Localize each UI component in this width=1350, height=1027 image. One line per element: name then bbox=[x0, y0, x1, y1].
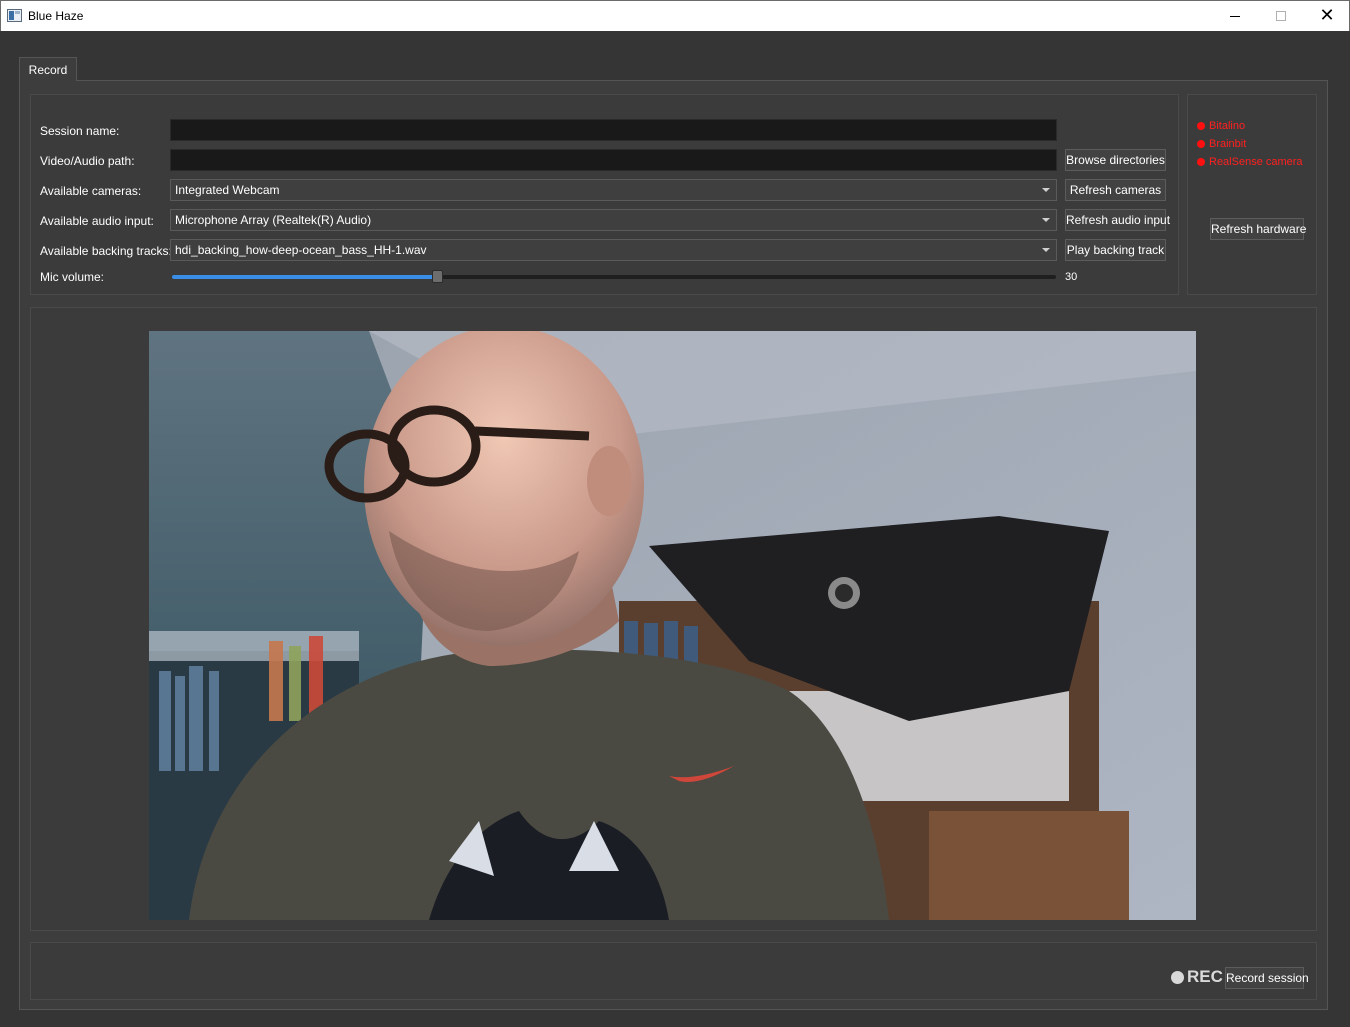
video-path-label: Video/Audio path: bbox=[40, 154, 135, 168]
window-title: Blue Haze bbox=[28, 9, 84, 23]
status-dot-icon bbox=[1197, 158, 1205, 166]
close-icon: ✕ bbox=[1319, 5, 1335, 26]
refresh-hardware-button[interactable]: Refresh hardware bbox=[1210, 218, 1306, 240]
hardware-label: Bitalino bbox=[1209, 120, 1246, 132]
maximize-icon bbox=[1276, 11, 1286, 21]
maximize-button[interactable] bbox=[1258, 1, 1304, 31]
play-backing-track-button[interactable]: Play backing track bbox=[1065, 239, 1166, 261]
session-name-label: Session name: bbox=[40, 124, 120, 138]
refresh-audio-input-button[interactable]: Refresh audio input bbox=[1065, 209, 1170, 231]
mic-volume-handle[interactable] bbox=[432, 270, 443, 283]
cameras-select-value: Integrated Webcam bbox=[175, 183, 280, 197]
mic-volume-slider[interactable] bbox=[172, 275, 1056, 279]
audio-input-select-value: Microphone Array (Realtek(R) Audio) bbox=[175, 213, 372, 227]
recording-dot-icon bbox=[1171, 971, 1184, 984]
backing-tracks-label: Available backing tracks: bbox=[40, 244, 172, 258]
title-bar: Blue Haze ✕ bbox=[0, 0, 1350, 31]
minimize-icon bbox=[1230, 15, 1240, 17]
video-path-input[interactable] bbox=[170, 149, 1057, 171]
status-dot-icon bbox=[1197, 122, 1205, 130]
chevron-down-icon bbox=[1042, 218, 1050, 222]
backing-tracks-select-value: hdi_backing_how-deep-ocean_bass_HH-1.wav bbox=[175, 243, 427, 257]
record-session-button[interactable]: Record session bbox=[1225, 967, 1309, 989]
refresh-cameras-button[interactable]: Refresh cameras bbox=[1065, 179, 1166, 201]
app-icon bbox=[7, 9, 22, 22]
status-dot-icon bbox=[1197, 140, 1205, 148]
mic-volume-value: 30 bbox=[1065, 271, 1078, 283]
browse-directories-button[interactable]: Browse directories bbox=[1065, 149, 1166, 171]
mic-volume-label: Mic volume: bbox=[40, 270, 105, 284]
record-controls-group bbox=[30, 942, 1317, 1000]
session-name-input[interactable] bbox=[170, 119, 1057, 141]
backing-tracks-select[interactable]: hdi_backing_how-deep-ocean_bass_HH-1.wav bbox=[170, 239, 1057, 261]
cameras-label: Available cameras: bbox=[40, 184, 142, 198]
audio-input-label: Available audio input: bbox=[40, 214, 154, 228]
cameras-select[interactable]: Integrated Webcam bbox=[170, 179, 1057, 201]
audio-input-select[interactable]: Microphone Array (Realtek(R) Audio) bbox=[170, 209, 1057, 231]
hardware-status-realsense: RealSense camera bbox=[1197, 156, 1303, 168]
camera-feed bbox=[149, 331, 1196, 920]
mic-volume-fill bbox=[172, 275, 437, 279]
hardware-label: RealSense camera bbox=[1209, 156, 1303, 168]
webcam-image bbox=[149, 331, 1196, 920]
tab-record[interactable]: Record bbox=[19, 57, 77, 81]
close-button[interactable]: ✕ bbox=[1304, 1, 1350, 31]
minimize-button[interactable] bbox=[1212, 1, 1258, 31]
hardware-status-brainbit: Brainbit bbox=[1197, 138, 1246, 150]
recording-indicator: REC bbox=[1187, 967, 1223, 986]
chevron-down-icon bbox=[1042, 188, 1050, 192]
hardware-label: Brainbit bbox=[1209, 138, 1247, 150]
chevron-down-icon bbox=[1042, 248, 1050, 252]
hardware-status-bitalino: Bitalino bbox=[1197, 120, 1245, 132]
